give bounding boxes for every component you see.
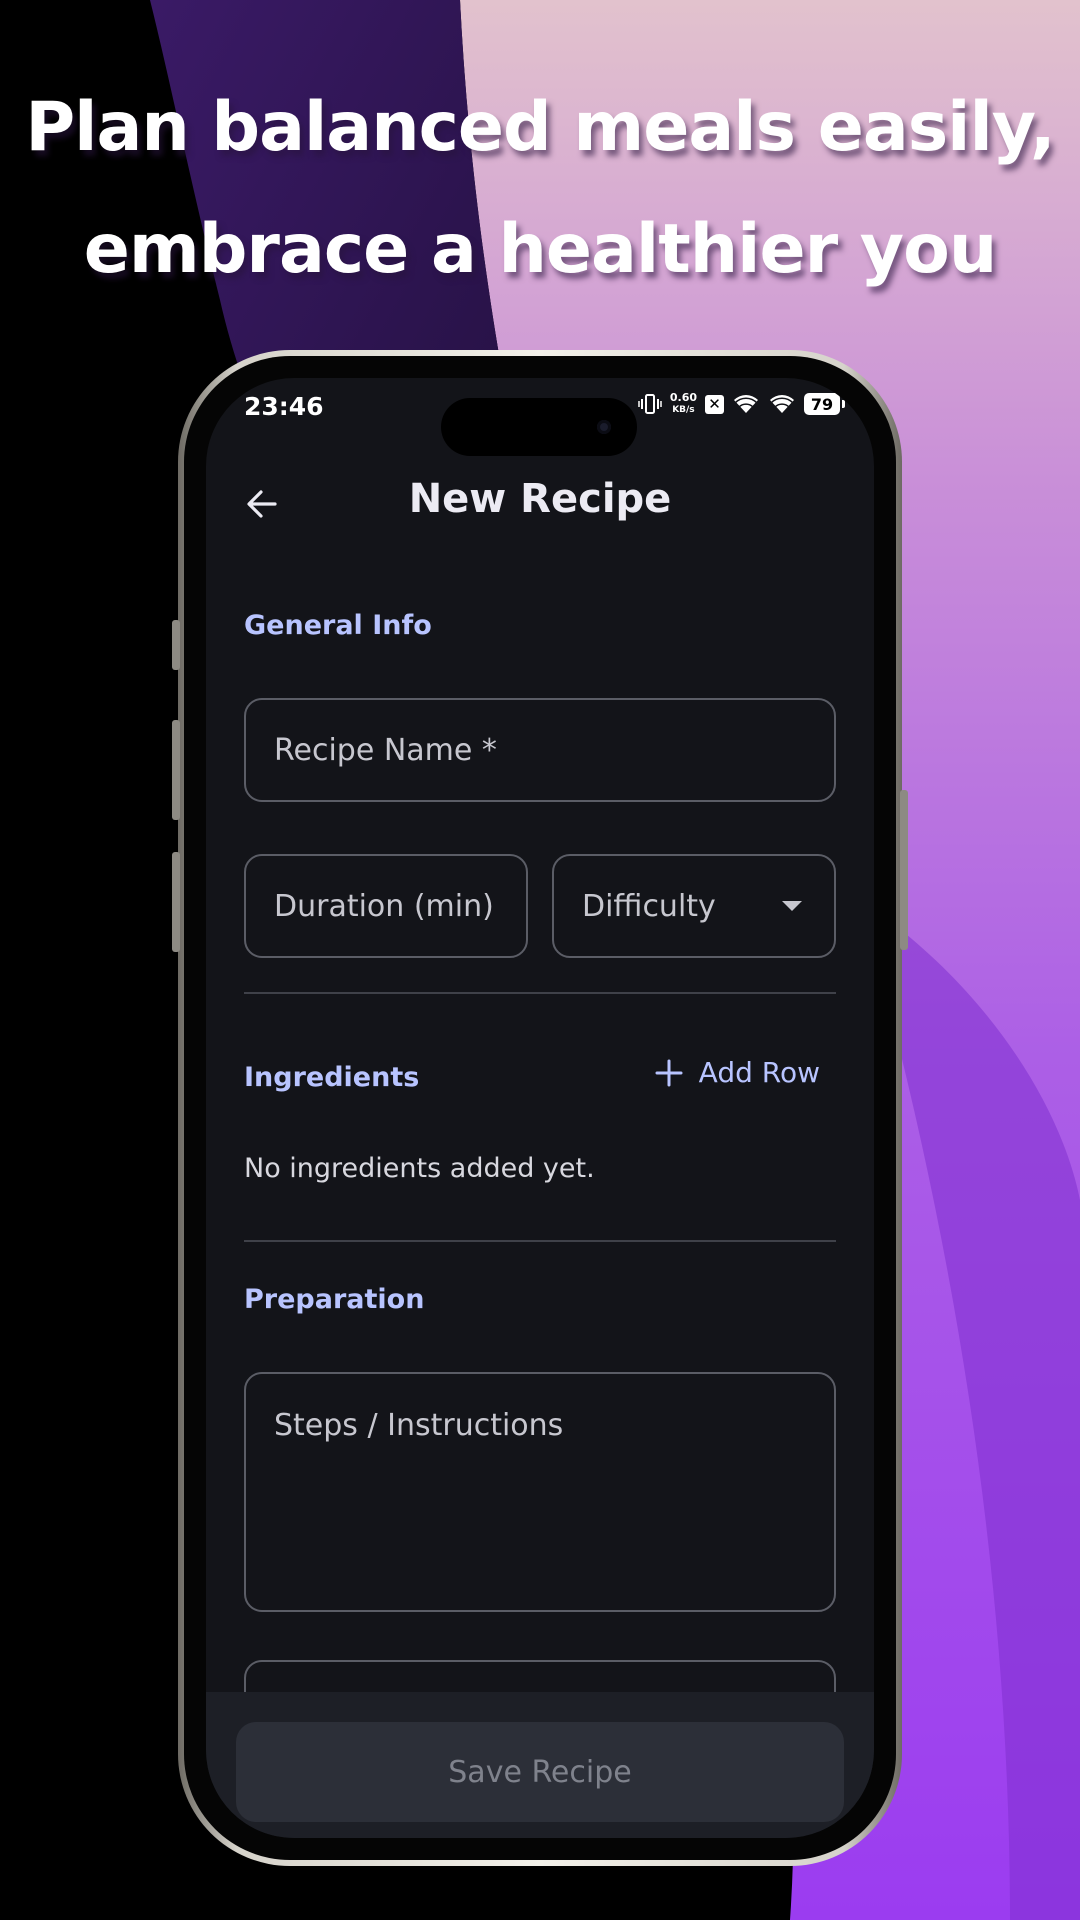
ingredients-empty-message: No ingredients added yet. — [244, 1153, 595, 1184]
battery-indicator: 79 — [804, 393, 845, 415]
wifi-icon — [734, 395, 758, 413]
duration-field[interactable] — [244, 854, 528, 958]
page-title: New Recipe — [408, 476, 672, 522]
difficulty-dropdown-label: Difficulty — [582, 888, 716, 924]
phone-power-button — [900, 790, 908, 950]
status-icons: 0.60 KB/s ✕ 79 — [638, 392, 845, 416]
x-box-icon: ✕ — [705, 394, 724, 414]
phone-side-button — [172, 620, 180, 670]
section-label-ingredients: Ingredients — [244, 1062, 420, 1093]
app-screen: 23:46 0.60 KB/s ✕ 79 New Recipe General … — [206, 378, 874, 1838]
status-time: 23:46 — [244, 392, 324, 421]
vibrate-icon — [638, 394, 662, 414]
network-speed: 0.60 KB/s — [670, 392, 697, 416]
wifi-icon — [770, 395, 794, 413]
camera-icon — [597, 420, 611, 434]
difficulty-dropdown[interactable]: Difficulty — [552, 854, 836, 958]
dynamic-island — [441, 398, 637, 456]
save-recipe-button[interactable]: Save Recipe — [236, 1722, 844, 1822]
promo-headline-line1: Plan balanced meals easily, — [25, 88, 1055, 167]
network-speed-value: 0.60 — [669, 391, 697, 404]
phone-volume-down-button — [172, 852, 180, 952]
promo-headline-line2: embrace a healthier you — [83, 210, 997, 289]
recipe-name-field[interactable] — [244, 698, 836, 802]
add-row-label: Add Row — [698, 1056, 820, 1089]
divider — [244, 1240, 836, 1242]
section-label-preparation: Preparation — [244, 1284, 425, 1315]
section-label-general-info: General Info — [244, 610, 432, 641]
divider — [244, 992, 836, 994]
caret-down-icon — [782, 901, 802, 911]
add-row-button[interactable]: Add Row — [655, 1056, 820, 1089]
steps-instructions-field[interactable] — [244, 1372, 836, 1612]
phone-volume-up-button — [172, 720, 180, 820]
plus-icon — [655, 1059, 683, 1086]
bottom-action-bar: Save Recipe — [206, 1692, 874, 1838]
network-speed-unit: KB/s — [672, 405, 695, 415]
